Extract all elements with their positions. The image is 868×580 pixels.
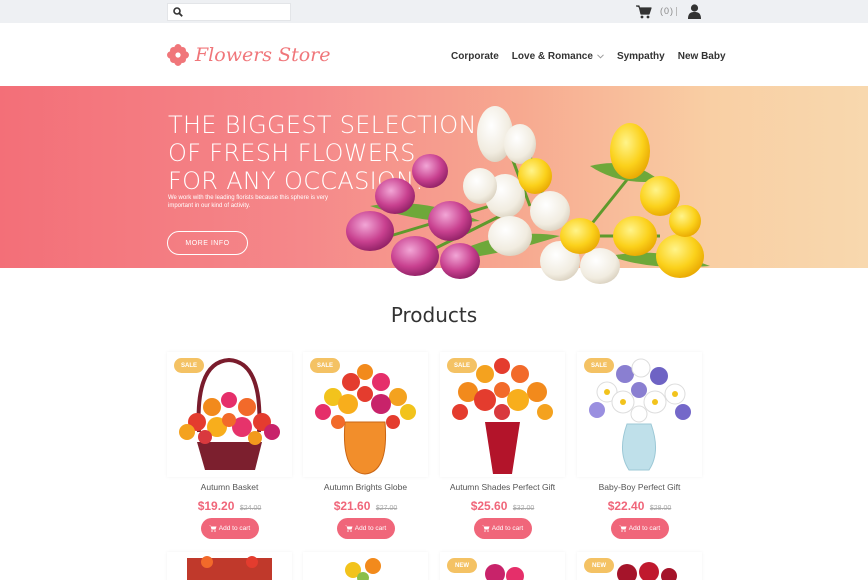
- add-to-cart-label: Add to cart: [491, 525, 524, 532]
- product-name[interactable]: Autumn Shades Perfect Gift: [440, 482, 565, 494]
- chevron-down-icon: [597, 54, 604, 59]
- product-card[interactable]: [303, 552, 428, 580]
- add-to-cart-label: Add to cart: [354, 525, 387, 532]
- product-card[interactable]: SALE Autumn Shades Perfect Gift $25.60 $…: [440, 352, 565, 539]
- product-image[interactable]: SALE: [440, 352, 565, 477]
- add-to-cart-label: Add to cart: [218, 525, 251, 532]
- product-name[interactable]: Autumn Basket: [167, 482, 292, 494]
- product-old-price: $24.00: [239, 505, 262, 512]
- hero-subtitle: We work with the leading florists becaus…: [168, 195, 328, 209]
- product-image[interactable]: SALE: [303, 352, 428, 477]
- product-card[interactable]: SALE Baby-Boy Perfect Gift $22.40 $28.00…: [577, 352, 702, 539]
- products-heading: Products: [390, 303, 478, 327]
- tulip-bouquet-image: [346, 106, 710, 284]
- nav-item-label: Sympathy: [616, 51, 665, 62]
- main-nav: Corporate Love & Romance Sympathy New Ba…: [451, 51, 726, 62]
- product-price: $21.60: [333, 499, 371, 513]
- price-line: $21.60 $27.00: [303, 497, 428, 513]
- add-to-cart-button[interactable]: Add to cart: [473, 518, 532, 539]
- cart-icon: [208, 525, 217, 532]
- nav-item-corporate[interactable]: Corporate: [451, 51, 499, 62]
- new-badge: NEW: [584, 558, 614, 573]
- product-price: $25.60: [470, 499, 508, 513]
- cart-icon[interactable]: [636, 5, 652, 19]
- price-line: $19.20 $24.00: [167, 497, 292, 513]
- product-image[interactable]: SALE: [577, 352, 702, 477]
- product-card[interactable]: NEW: [440, 552, 565, 580]
- logo[interactable]: Flowers Store: [167, 42, 331, 68]
- new-badge: NEW: [447, 558, 477, 573]
- product-price: $19.20: [197, 499, 235, 513]
- product-image: [187, 556, 272, 580]
- search-icon[interactable]: [173, 7, 183, 17]
- search-input[interactable]: [188, 5, 288, 19]
- product-old-price: $27.00: [375, 505, 398, 512]
- product-old-price: $28.00: [649, 505, 672, 512]
- nav-item-new-baby[interactable]: New Baby: [678, 51, 726, 62]
- nav-item-label: Corporate: [451, 51, 499, 62]
- product-card[interactable]: SALE Autumn Brights Globe $21.60 $27.00 …: [303, 352, 428, 539]
- add-to-cart-button[interactable]: Add to cart: [200, 518, 259, 539]
- divider: [676, 7, 677, 16]
- product-name[interactable]: Baby-Boy Perfect Gift: [577, 482, 702, 494]
- sale-badge: SALE: [584, 358, 614, 373]
- cart-icon: [481, 525, 490, 532]
- add-to-cart-button[interactable]: Add to cart: [336, 518, 395, 539]
- price-line: $22.40 $28.00: [577, 497, 702, 513]
- price-line: $25.60 $32.00: [440, 497, 565, 513]
- user-icon[interactable]: [688, 4, 701, 19]
- add-to-cart-label: Add to cart: [628, 525, 661, 532]
- sale-badge: SALE: [174, 358, 204, 373]
- nav-item-love-romance[interactable]: Love & Romance: [512, 51, 604, 62]
- flower-logo-icon: [167, 44, 189, 66]
- product-card[interactable]: SALE Autumn Basket $19.20 $24.00 Add to …: [167, 352, 292, 539]
- cart-count[interactable]: (0): [660, 6, 674, 16]
- site-header: Flowers Store Corporate Love & Romance S…: [0, 23, 868, 86]
- product-price: $22.40: [607, 499, 645, 513]
- product-old-price: $32.00: [512, 505, 535, 512]
- product-card[interactable]: [167, 552, 292, 580]
- top-bar: (0): [0, 0, 868, 23]
- nav-item-sympathy[interactable]: Sympathy: [617, 51, 665, 62]
- add-to-cart-button[interactable]: Add to cart: [610, 518, 669, 539]
- product-card[interactable]: NEW: [577, 552, 702, 580]
- search-box[interactable]: [167, 3, 291, 21]
- product-image: [345, 558, 381, 580]
- nav-item-label: New Baby: [677, 51, 726, 62]
- logo-text: Flowers Store: [195, 44, 331, 66]
- cart-icon: [344, 525, 353, 532]
- product-name[interactable]: Autumn Brights Globe: [303, 482, 428, 494]
- cart-icon: [618, 525, 627, 532]
- nav-item-label: Love & Romance: [511, 51, 593, 62]
- sale-badge: SALE: [447, 358, 477, 373]
- more-info-button[interactable]: MORE INFO: [167, 231, 248, 255]
- product-image[interactable]: SALE: [167, 352, 292, 477]
- sale-badge: SALE: [310, 358, 340, 373]
